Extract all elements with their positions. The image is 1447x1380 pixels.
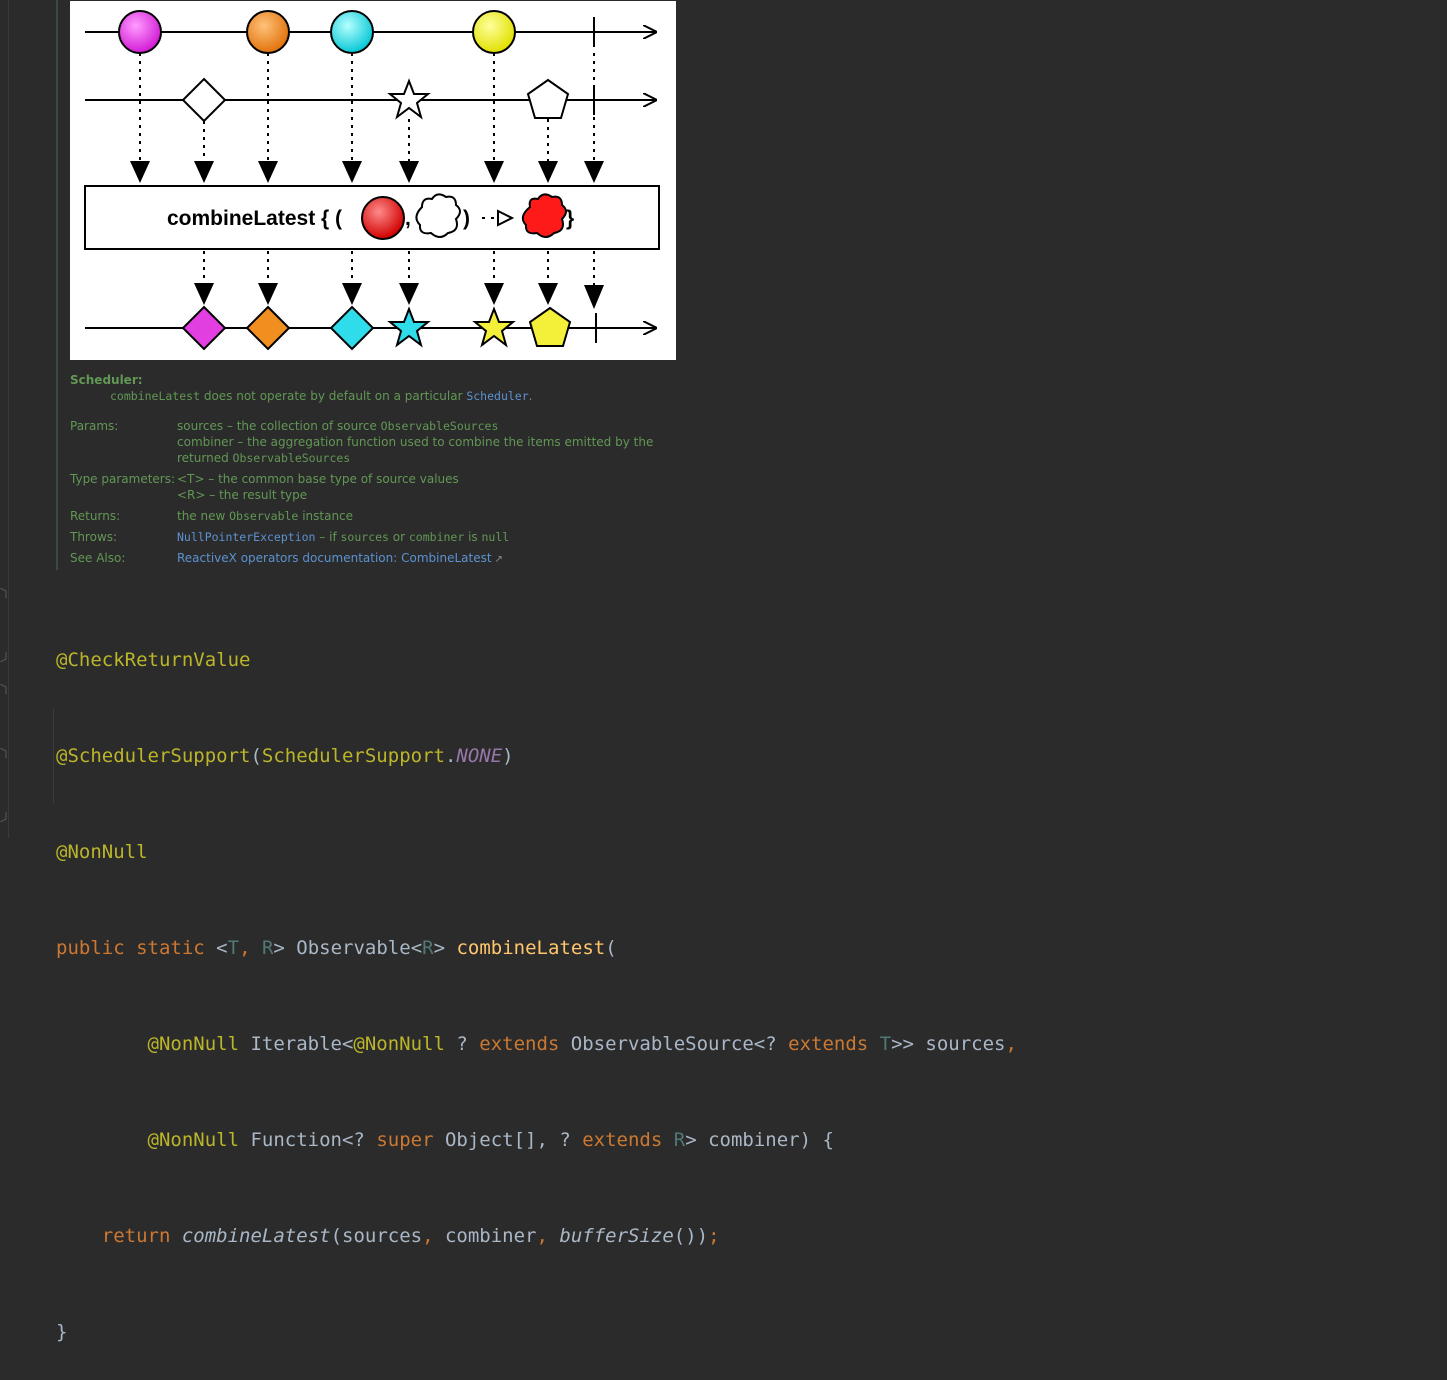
fold-marker-icon[interactable]: [0, 652, 7, 662]
code-line: }: [56, 1321, 68, 1343]
fold-marker-icon[interactable]: [0, 748, 7, 758]
result-diamond-orange: [245, 305, 291, 351]
result-diamond-magenta: [181, 305, 227, 351]
marble-cloud-white: [415, 193, 461, 238]
editor-gutter: [0, 0, 9, 838]
returns-section: Returns: the new Observable instance: [70, 509, 354, 523]
fold-marker-icon[interactable]: [0, 812, 7, 822]
see-also-section: See Also: ReactiveX operators documentat…: [70, 551, 503, 565]
code-line: return combineLatest(sources, combiner, …: [101, 1225, 720, 1247]
operator-brace: }: [566, 207, 574, 230]
code-editor[interactable]: @CheckReturnValue @SchedulerSupport(Sche…: [56, 580, 1017, 1380]
method-name[interactable]: combineLatest: [456, 937, 605, 959]
fold-marker-icon[interactable]: [0, 684, 7, 694]
code-line: @NonNull: [56, 841, 148, 863]
marble-cyan: [330, 10, 374, 54]
code-line: @CheckReturnValue: [56, 649, 251, 671]
indent-guide: [53, 708, 54, 804]
reactivex-docs-link[interactable]: ReactiveX operators documentation: Combi…: [177, 551, 492, 565]
operator-paren: ): [463, 207, 470, 230]
marble-diagram: combineLatest { ( , ) }: [70, 1, 676, 360]
marble-magenta: [118, 10, 162, 54]
code-line: @NonNull Function<? super Object[], ? ex…: [147, 1129, 834, 1151]
result-pentagon-yellow: [528, 306, 572, 347]
code-line: @NonNull Iterable<@NonNull ? extends Obs…: [147, 1033, 1017, 1055]
nullpointerexception-link[interactable]: NullPointerException: [177, 530, 315, 544]
scheduler-link[interactable]: Scheduler: [466, 389, 528, 403]
code-line: @SchedulerSupport(SchedulerSupport.NONE): [56, 745, 514, 767]
scheduler-heading: Scheduler:: [70, 373, 143, 387]
marble-pentagon-white: [526, 78, 570, 119]
code-line: public static <T, R> Observable<R> combi…: [56, 937, 617, 959]
type-parameters-section: Type parameters: <T> – the common base t…: [70, 472, 459, 502]
marble-red: [361, 196, 405, 240]
marble-star-white: [387, 78, 431, 120]
rendered-doc-rule: [56, 0, 58, 570]
fold-marker-icon[interactable]: [0, 588, 7, 598]
marble-cloud-red: [521, 193, 567, 238]
external-link-icon: ↗: [494, 554, 503, 565]
rendered-javadoc: Scheduler: combineLatest does not operat…: [70, 372, 710, 573]
scheduler-text: combineLatest does not operate by defaul…: [110, 389, 533, 403]
params-section: Params: sources – the collection of sour…: [70, 419, 654, 465]
operator-label: combineLatest { (: [167, 207, 342, 230]
result-diamond-cyan: [329, 305, 375, 351]
marble-diamond-white: [181, 77, 227, 123]
marble-yellow: [472, 10, 516, 54]
throws-section: Throws: NullPointerException – if source…: [70, 530, 510, 544]
result-star-yellow: [472, 306, 516, 348]
result-star-cyan: [387, 306, 431, 348]
operator-comma: ,: [405, 207, 411, 230]
marble-orange: [246, 10, 290, 54]
